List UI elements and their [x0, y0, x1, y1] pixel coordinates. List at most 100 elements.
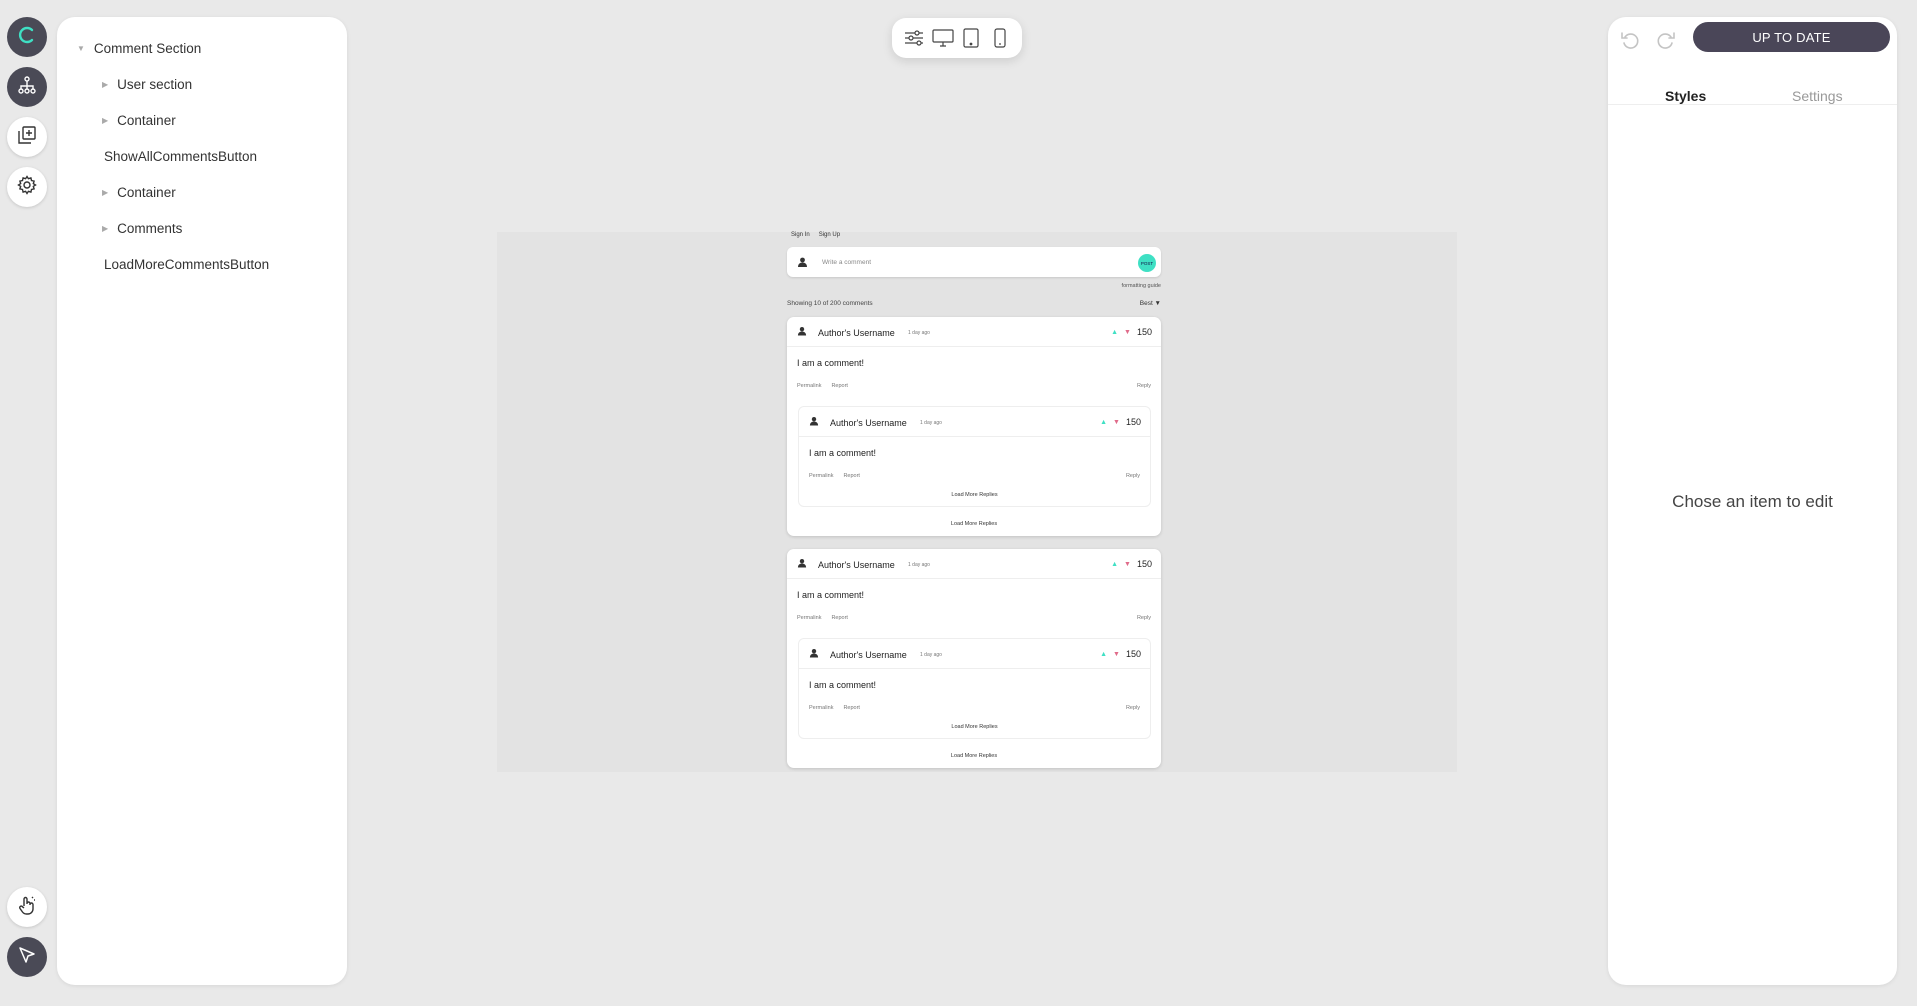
- desktop-icon[interactable]: [931, 26, 955, 50]
- comment-card: Author's Username 1 day ago ▲ ▼ 150 I am…: [787, 549, 1161, 768]
- select-mode-button[interactable]: [7, 937, 47, 977]
- user-icon: [797, 558, 807, 570]
- comment-time: 1 day ago: [908, 562, 930, 568]
- downvote-icon[interactable]: ▼: [1124, 329, 1131, 336]
- report-link[interactable]: Report: [843, 705, 860, 711]
- status-button[interactable]: UP TO DATE: [1693, 22, 1890, 52]
- reply-link[interactable]: Reply: [1126, 473, 1140, 479]
- upvote-icon[interactable]: ▲: [1111, 561, 1118, 568]
- comment-text: I am a comment!: [809, 680, 877, 690]
- logo-icon: [16, 24, 38, 51]
- vote-group: ▲ ▼ 150: [1111, 327, 1152, 337]
- hierarchy-icon: [17, 75, 37, 100]
- tab-styles[interactable]: Styles: [1665, 88, 1706, 104]
- downvote-icon[interactable]: ▼: [1124, 561, 1131, 568]
- settings-button[interactable]: [7, 167, 47, 207]
- layer-comment-section[interactable]: ▼ Comment Section: [77, 41, 201, 56]
- reply-link[interactable]: Reply: [1137, 383, 1151, 389]
- comment-input-box[interactable]: Write a comment POST: [787, 247, 1161, 277]
- comment-section-preview: Sign In Sign Up Write a comment POST for…: [787, 232, 1161, 772]
- comment-actions: Permalink Report: [797, 615, 848, 621]
- comment-header: Author's Username 1 day ago ▲ ▼ 150: [787, 549, 1161, 579]
- reply-link[interactable]: Reply: [1126, 705, 1140, 711]
- comment-actions: Permalink Report: [797, 383, 848, 389]
- load-more-replies-button[interactable]: Load More Replies: [799, 724, 1150, 730]
- layer-label: Comment Section: [93, 41, 202, 56]
- comment-text: I am a comment!: [797, 358, 865, 368]
- formatting-guide-link[interactable]: formatting guide: [1122, 283, 1161, 289]
- redo-icon[interactable]: [1654, 28, 1678, 52]
- auth-links: Sign In Sign Up: [791, 232, 840, 238]
- comment-time: 1 day ago: [908, 330, 930, 336]
- layer-container[interactable]: ▶ Container: [102, 113, 176, 128]
- load-more-replies-button[interactable]: Load More Replies: [799, 492, 1150, 498]
- add-layer-icon: [17, 125, 37, 150]
- comment-card: Author's Username 1 day ago ▲ ▼ 150 I am…: [787, 317, 1161, 536]
- undo-icon[interactable]: [1618, 28, 1642, 52]
- tablet-icon[interactable]: [959, 26, 983, 50]
- properties-panel: UP TO DATE Styles Settings Chose an item…: [1608, 17, 1897, 985]
- user-icon: [797, 326, 807, 338]
- layer-label: ShowAllCommentsButton: [104, 149, 258, 164]
- mobile-icon[interactable]: [988, 26, 1012, 50]
- sort-dropdown[interactable]: Best ▼: [1140, 300, 1161, 307]
- comment-actions: Permalink Report: [809, 705, 860, 711]
- layer-comments[interactable]: ▶ Comments: [102, 221, 182, 236]
- layer-label: User section: [117, 77, 193, 92]
- caret-right-icon[interactable]: ▶: [102, 224, 108, 233]
- report-link[interactable]: Report: [831, 383, 848, 389]
- report-link[interactable]: Report: [831, 615, 848, 621]
- comment-time: 1 day ago: [920, 652, 942, 658]
- comment-author[interactable]: Author's Username: [830, 650, 907, 660]
- sign-in-link[interactable]: Sign In: [791, 232, 810, 238]
- report-link[interactable]: Report: [843, 473, 860, 479]
- reply-link[interactable]: Reply: [1137, 615, 1151, 621]
- layer-show-all-comments-button[interactable]: ShowAllCommentsButton: [104, 149, 257, 164]
- caret-down-icon[interactable]: ▼: [77, 44, 85, 53]
- permalink-link[interactable]: Permalink: [809, 705, 833, 711]
- caret-right-icon[interactable]: ▶: [102, 188, 108, 197]
- vote-group: ▲ ▼ 150: [1100, 417, 1141, 427]
- vote-group: ▲ ▼ 150: [1111, 559, 1152, 569]
- layer-load-more-comments-button[interactable]: LoadMoreCommentsButton: [104, 257, 269, 272]
- comment-author[interactable]: Author's Username: [830, 418, 907, 428]
- editor-canvas[interactable]: Sign In Sign Up Write a comment POST for…: [497, 232, 1457, 772]
- permalink-link[interactable]: Permalink: [797, 615, 821, 621]
- sign-up-link[interactable]: Sign Up: [819, 232, 840, 238]
- permalink-link[interactable]: Permalink: [797, 383, 821, 389]
- comment-header: Author's Username 1 day ago ▲ ▼ 150: [799, 639, 1150, 669]
- layer-container[interactable]: ▶ Container: [102, 185, 176, 200]
- caret-right-icon[interactable]: ▶: [102, 80, 108, 89]
- comment-text: I am a comment!: [809, 448, 877, 458]
- caret-right-icon[interactable]: ▶: [102, 116, 108, 125]
- comment-author[interactable]: Author's Username: [818, 560, 895, 570]
- layer-user-section[interactable]: ▶ User section: [102, 77, 192, 92]
- downvote-icon[interactable]: ▼: [1113, 419, 1120, 426]
- comment-author[interactable]: Author's Username: [818, 328, 895, 338]
- layer-label: Container: [117, 113, 176, 128]
- comment-header: Author's Username 1 day ago ▲ ▼ 150: [787, 317, 1161, 347]
- empty-state-message: Chose an item to edit: [1672, 492, 1833, 511]
- vote-score: 150: [1125, 649, 1141, 659]
- add-component-button[interactable]: [7, 117, 47, 157]
- upvote-icon[interactable]: ▲: [1111, 329, 1118, 336]
- logo-button[interactable]: [7, 17, 47, 57]
- upvote-icon[interactable]: ▲: [1100, 651, 1107, 658]
- gear-icon: [17, 174, 37, 200]
- layers-tree-button[interactable]: [7, 67, 47, 107]
- downvote-icon[interactable]: ▼: [1113, 651, 1120, 658]
- load-more-replies-button[interactable]: Load More Replies: [787, 521, 1161, 527]
- permalink-link[interactable]: Permalink: [809, 473, 833, 479]
- post-button[interactable]: POST: [1138, 254, 1156, 272]
- user-icon: [809, 648, 819, 660]
- upvote-icon[interactable]: ▲: [1100, 419, 1107, 426]
- user-icon: [797, 257, 808, 269]
- comment-time: 1 day ago: [920, 420, 942, 426]
- tab-settings[interactable]: Settings: [1792, 88, 1843, 104]
- interact-mode-button[interactable]: [7, 887, 47, 927]
- sliders-icon[interactable]: [902, 26, 926, 50]
- load-more-replies-button[interactable]: Load More Replies: [787, 753, 1161, 759]
- vote-group: ▲ ▼ 150: [1100, 649, 1141, 659]
- layer-label: Comments: [117, 221, 183, 236]
- vote-score: 150: [1136, 559, 1152, 569]
